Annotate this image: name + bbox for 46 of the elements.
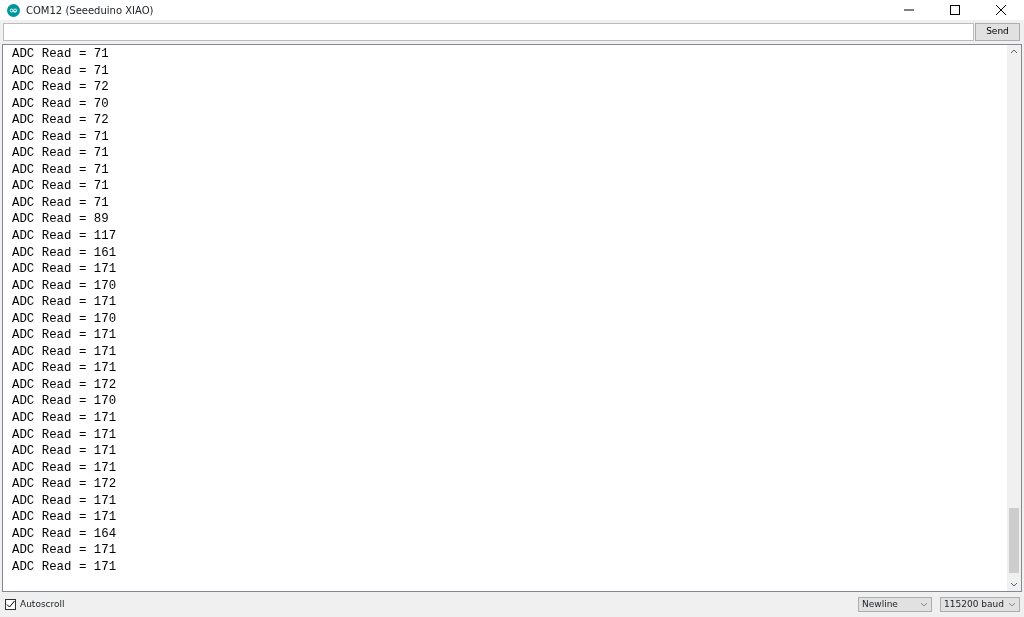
maximize-icon [950,5,960,15]
output-line: ADC Read = 71 [12,62,109,80]
output-line: ADC Read = 171 [12,343,117,361]
output-line: ADC Read = 170 [12,393,117,411]
window-title: COM12 (Seeeduino XIAO) [26,3,154,18]
baud-rate-dropdown[interactable]: 115200 baud [940,597,1020,612]
output-line: ADC Read = 89 [12,211,109,228]
autoscroll-checkbox[interactable] [5,599,16,610]
output-line: ADC Read = 171 [12,459,117,477]
scroll-thumb[interactable] [1009,508,1019,573]
output-line: ADC Read = 71 [12,161,109,179]
output-line: ADC Read = 164 [12,525,117,543]
output-line: ADC Read = 72 [12,112,109,129]
output-line: ADC Read = 171 [12,410,117,427]
output-line: ADC Read = 117 [12,228,117,245]
scrollbar[interactable] [1007,45,1021,591]
output-line: ADC Read = 71 [12,178,109,195]
output-line: ADC Read = 171 [12,558,117,576]
output-line: ADC Read = 71 [12,128,109,146]
output-line: ADC Read = 172 [12,476,117,493]
close-icon [996,5,1006,15]
output-line: ADC Read = 172 [12,376,117,394]
output-line: ADC Read = 170 [12,277,117,295]
output-line: ADC Read = 171 [12,261,117,278]
app-logo-icon [7,3,20,17]
dropdown-caret-icon [920,602,928,607]
output-line: ADC Read = 71 [12,194,109,212]
send-input-field[interactable] [3,23,974,41]
autoscroll-label: Autoscroll [20,597,65,611]
output-line: ADC Read = 71 [12,46,109,63]
output-line: ADC Read = 171 [12,443,117,460]
output-line: ADC Read = 161 [12,244,117,262]
output-line: ADC Read = 171 [12,509,117,526]
send-button[interactable]: Send [975,23,1020,41]
output-line: ADC Read = 171 [12,492,117,510]
output-line: ADC Read = 171 [12,327,117,344]
output-line: ADC Read = 70 [12,95,109,113]
output-line: ADC Read = 171 [12,360,117,377]
output-line: ADC Read = 171 [12,542,117,559]
output-line: ADC Read = 71 [12,145,109,162]
output-line: ADC Read = 72 [12,79,109,96]
dropdown-caret-icon [1008,602,1016,607]
output-line: ADC Read = 171 [12,294,117,311]
output-line: ADC Read = 171 [12,426,117,444]
line-ending-dropdown[interactable]: Newline [858,597,932,612]
output-line: ADC Read = 170 [12,310,117,328]
